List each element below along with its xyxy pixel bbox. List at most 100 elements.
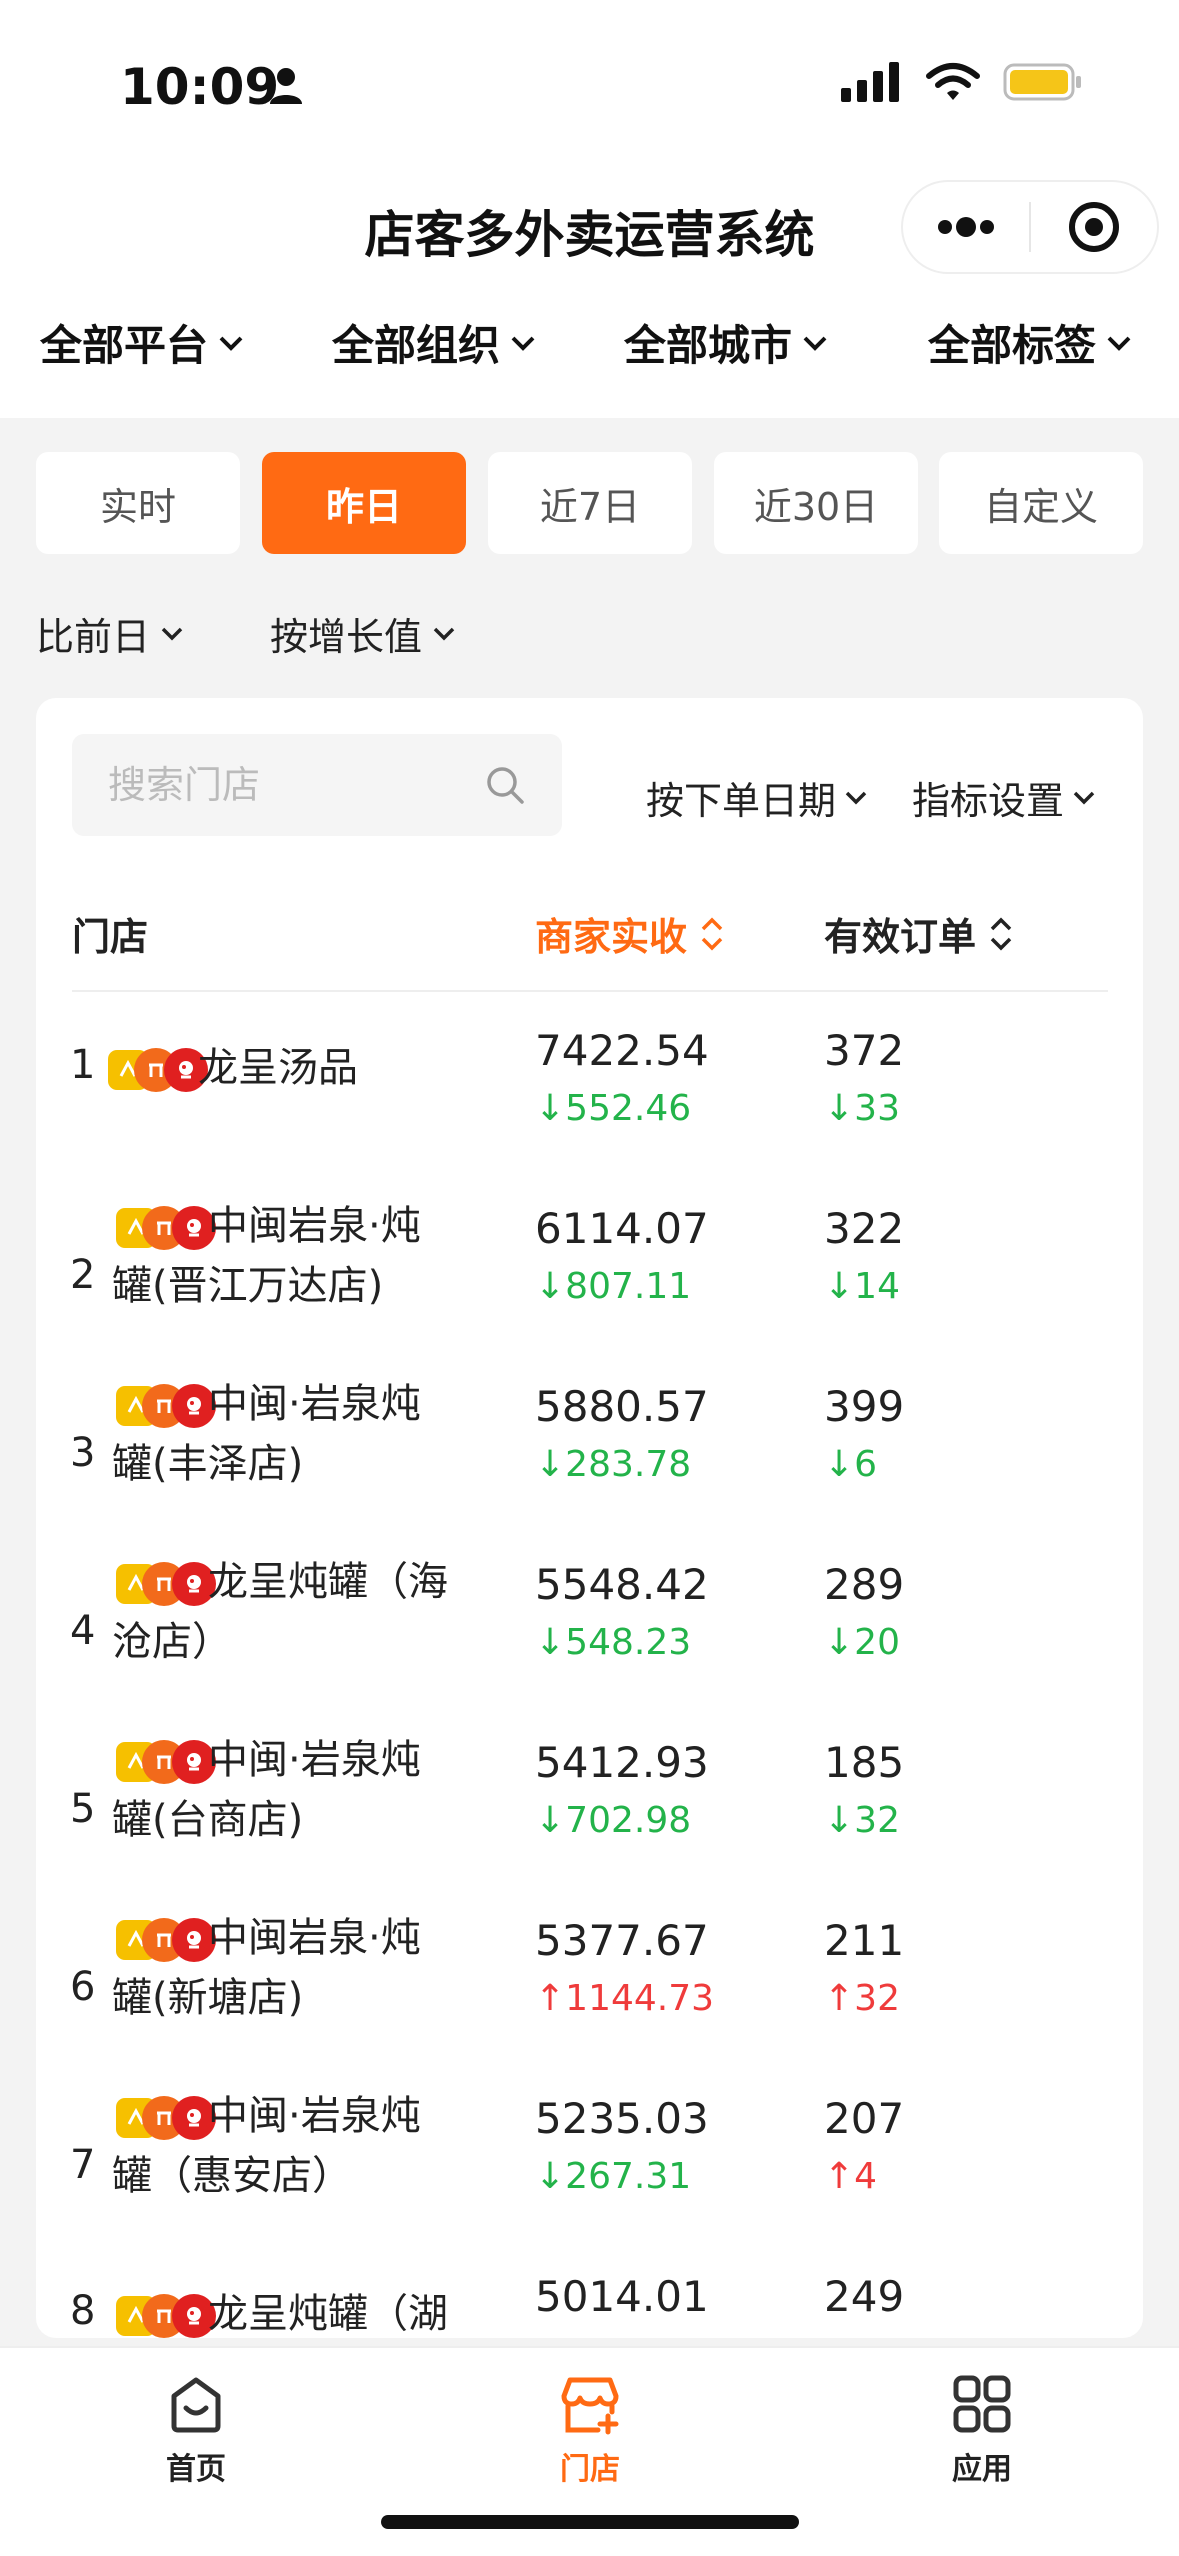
tab-realtime[interactable]: 实时 <box>36 452 240 554</box>
close-miniprogram-button[interactable] <box>1031 182 1157 272</box>
chevron-down-icon <box>845 791 867 804</box>
nav-apps[interactable]: 应用 <box>882 2372 1082 2488</box>
platform-logos <box>116 2096 216 2140</box>
revenue-delta: ↓702.98 <box>535 1800 692 1841</box>
search-input[interactable] <box>108 763 448 807</box>
home-icon <box>171 2377 221 2433</box>
tab-30days[interactable]: 近30日 <box>714 452 918 554</box>
store-ranking-card: 按下单日期 指标设置 门店 商家实收 有效订单 1 龙呈汤品 7422.54 ↓552… <box>36 698 1143 2338</box>
orders-delta: ↓33 <box>824 1088 900 1129</box>
orders-delta: ↑4 <box>824 2156 878 2197</box>
compare-basis-dropdown[interactable]: 比前日 <box>36 606 184 661</box>
store-name-line1: 中闽·岩泉炖 <box>208 1737 421 1783</box>
home-indicator <box>381 2515 799 2529</box>
filter-city[interactable]: 全部城市 <box>624 312 828 373</box>
store-rank: 4 <box>70 1608 96 1654</box>
status-time: 10:09 <box>120 58 280 116</box>
wifi-icon <box>926 63 980 100</box>
store-name-line1: 中闽岩泉·炖 <box>208 1203 421 1249</box>
revenue-delta: ↓548.23 <box>535 1622 692 1663</box>
filter-org[interactable]: 全部组织 <box>332 312 536 373</box>
revenue-value: 5235.03 <box>535 2094 709 2143</box>
header-divider <box>72 990 1108 992</box>
mini-program-capsule <box>901 180 1159 274</box>
orders-value: 289 <box>824 1560 905 1609</box>
orders-value: 399 <box>824 1382 905 1431</box>
table-row[interactable]: 2 中闽岩泉·炖 罐(晋江万达店) 6114.07 ↓807.11 322 ↓14 <box>36 1196 1143 1374</box>
orders-value: 207 <box>824 2094 905 2143</box>
revenue-delta: ↓283.78 <box>535 1444 692 1485</box>
filter-tag-label: 全部标签 <box>928 321 1097 370</box>
store-name-line1: 龙呈汤品 <box>198 1045 358 1091</box>
chevron-down-icon <box>1073 791 1095 804</box>
store-name-line2: 罐(丰泽店) <box>112 1441 304 1487</box>
store-icon <box>561 2377 619 2435</box>
platform-logos <box>116 1206 216 1250</box>
tab-yesterday[interactable]: 昨日 <box>262 452 466 554</box>
search-icon[interactable] <box>484 764 526 806</box>
table-row[interactable]: 3 中闽·岩泉炖 罐(丰泽店) 5880.57 ↓283.78 399 ↓6 <box>36 1374 1143 1552</box>
revenue-delta: ↓267.31 <box>535 2156 692 2197</box>
nav-store[interactable]: 门店 <box>490 2372 690 2488</box>
table-row[interactable]: 6 中闽岩泉·炖 罐(新塘店) 5377.67 ↑1144.73 211 ↑32 <box>36 1908 1143 2086</box>
store-name-line2: 沧店） <box>112 1619 232 1665</box>
platform-logos <box>116 2294 216 2338</box>
revenue-value: 5412.93 <box>535 1738 709 1787</box>
platform-logos <box>116 1384 216 1428</box>
tab-custom[interactable]: 自定义 <box>939 452 1143 554</box>
column-revenue-sort[interactable]: 商家实收 <box>535 906 725 961</box>
table-row[interactable]: 7 中闽·岩泉炖 罐（惠安店） 5235.03 ↓267.31 207 ↑4 <box>36 2086 1143 2264</box>
store-name-line1: 龙呈炖罐（湖 <box>208 2291 448 2337</box>
table-row[interactable]: 8 龙呈炖罐（湖 5014.01 249 <box>36 2264 1143 2338</box>
sort-dropdown[interactable]: 按增长值 <box>270 606 456 661</box>
chevron-down-icon <box>161 627 183 640</box>
revenue-value: 5548.42 <box>535 1560 709 1609</box>
store-rank: 1 <box>70 1042 96 1088</box>
orders-delta: ↓20 <box>824 1622 900 1663</box>
status-icons <box>841 62 1083 102</box>
table-row[interactable]: 4 龙呈炖罐（海沧店） 5548.42 ↓548.23 289 ↓20 <box>36 1552 1143 1730</box>
chevron-down-icon <box>511 336 535 351</box>
column-store: 门店 <box>72 915 149 959</box>
nav-apps-label: 应用 <box>952 2452 1012 2487</box>
metric-settings-dropdown[interactable]: 指标设置 <box>912 770 1096 825</box>
table-row[interactable]: 1 龙呈汤品 7422.54 ↓552.46 372 ↓33 <box>36 1018 1143 1196</box>
filter-tag[interactable]: 全部标签 <box>928 312 1132 373</box>
store-rank: 3 <box>70 1430 96 1476</box>
revenue-delta: ↓552.46 <box>535 1088 692 1129</box>
orders-delta: ↑32 <box>824 1978 900 2019</box>
column-revenue-label: 商家实收 <box>535 915 688 959</box>
column-orders-sort[interactable]: 有效订单 <box>824 906 1014 961</box>
person-icon <box>268 66 304 110</box>
platform-logos <box>116 1562 216 1606</box>
more-dots-icon <box>938 217 994 237</box>
revenue-value: 6114.07 <box>535 1204 709 1253</box>
orders-delta: ↓6 <box>824 1444 878 1485</box>
battery-icon <box>1003 63 1081 101</box>
filter-platform-label: 全部平台 <box>40 321 209 370</box>
store-name-line1: 龙呈炖罐（海 <box>208 1559 448 1605</box>
date-type-dropdown[interactable]: 按下单日期 <box>646 770 868 825</box>
store-rank: 8 <box>70 2288 96 2334</box>
filter-platform[interactable]: 全部平台 <box>40 312 244 373</box>
orders-value: 322 <box>824 1204 905 1253</box>
store-name-line2: 罐(新塘店) <box>112 1975 304 2021</box>
store-rank: 6 <box>70 1964 96 2010</box>
table-row[interactable]: 5 中闽·岩泉炖 罐(台商店) 5412.93 ↓702.98 185 ↓32 <box>36 1730 1143 1908</box>
nav-home[interactable]: 首页 <box>96 2372 296 2488</box>
date-type-label: 按下单日期 <box>646 779 837 823</box>
orders-value: 372 <box>824 1026 905 1075</box>
more-button[interactable] <box>903 182 1029 272</box>
revenue-value: 5880.57 <box>535 1382 709 1431</box>
tab-7days[interactable]: 近7日 <box>488 452 692 554</box>
store-name-line2: 罐(晋江万达店) <box>112 1263 384 1309</box>
store-name-line2: 罐(台商店) <box>112 1797 304 1843</box>
store-rank: 5 <box>70 1786 96 1832</box>
store-rank: 7 <box>70 2142 96 2188</box>
revenue-delta: ↓807.11 <box>535 1266 692 1307</box>
platform-logos <box>116 1740 216 1784</box>
apps-icon <box>953 2375 1011 2433</box>
store-name-line1: 中闽岩泉·炖 <box>208 1915 421 1961</box>
orders-value: 185 <box>824 1738 905 1787</box>
store-rank: 2 <box>70 1252 96 1298</box>
